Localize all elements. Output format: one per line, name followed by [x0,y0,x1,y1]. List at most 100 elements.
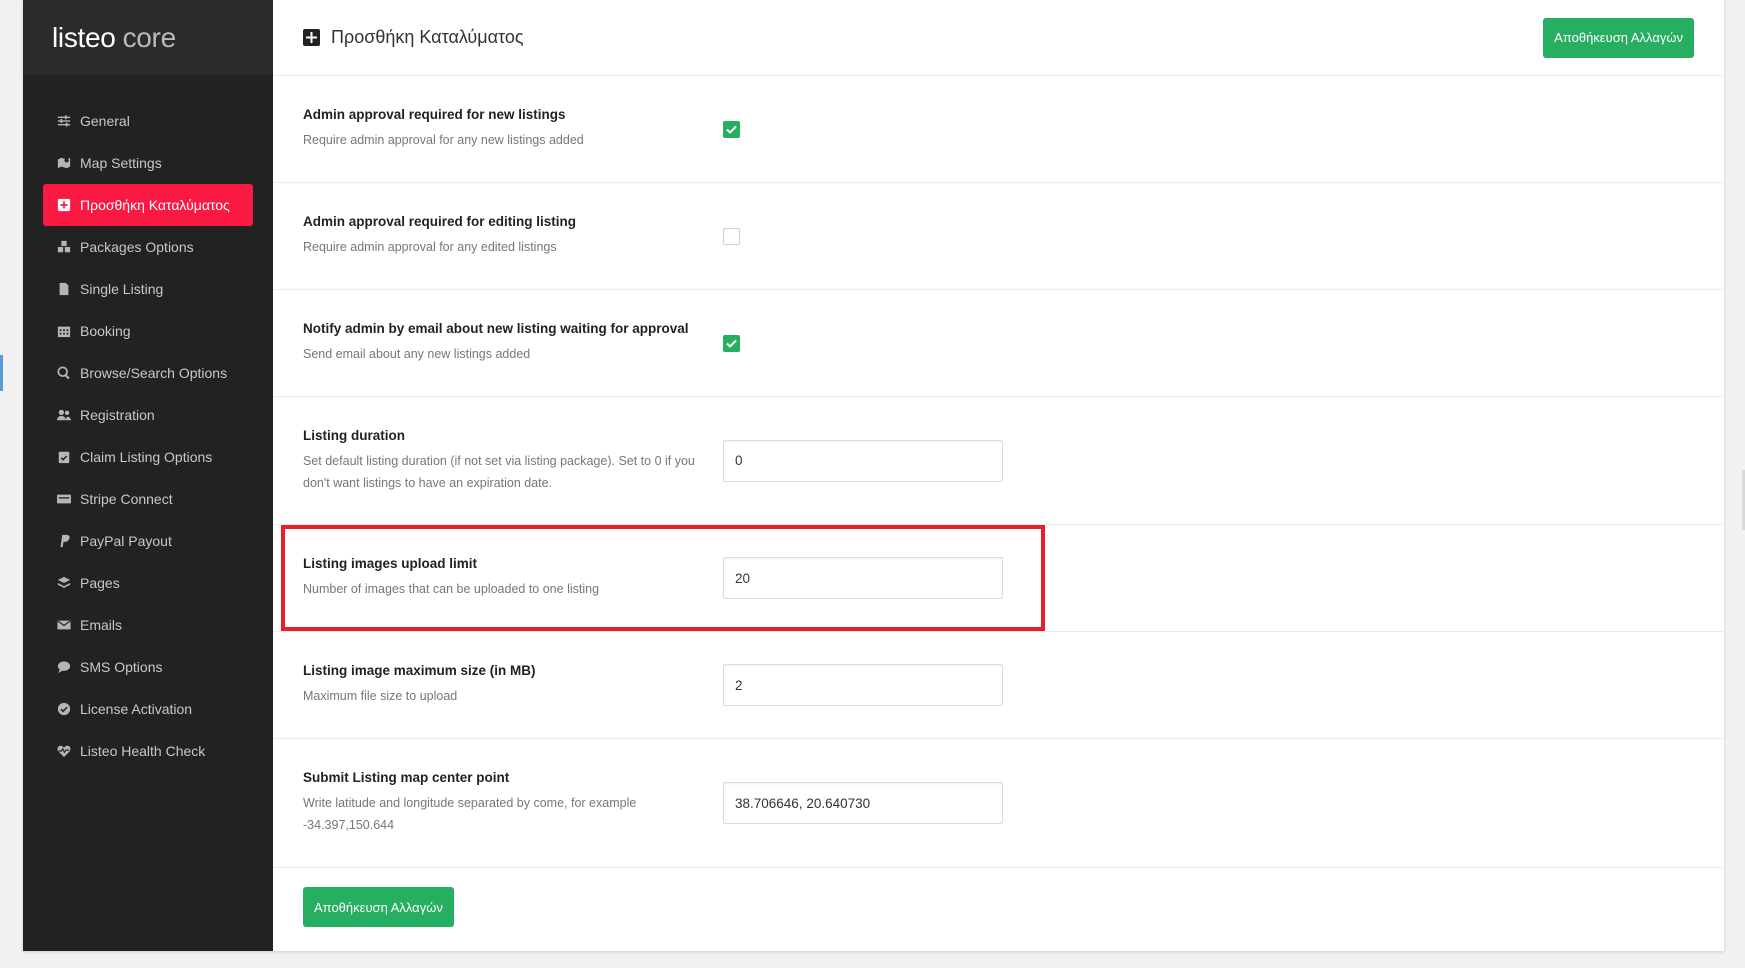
setting-label: Submit Listing map center point Write la… [273,770,723,836]
setting-description: Set default listing duration (if not set… [303,453,695,490]
admin-approval-new-checkbox[interactable] [723,120,740,138]
layers-icon [56,575,72,591]
page-title-text: Προσθήκη Καταλύματος [331,27,524,47]
sidebar-item-paypal-payout[interactable]: PayPal Payout [23,520,273,562]
setting-label: Notify admin by email about new listing … [273,321,723,365]
search-icon [56,365,72,381]
listing-duration-input[interactable] [723,439,1003,482]
cubes-icon [56,239,72,255]
sidebar: listeo core General Map Settings Προσθήκη… [23,0,273,951]
sliders-icon [56,113,72,129]
setting-description: Require admin approval for any new listi… [303,133,584,147]
sidebar-item-license-activation[interactable]: License Activation [23,688,273,730]
setting-description: Send email about any new listings added [303,347,531,361]
setting-description: Write latitude and longitude separated b… [303,796,637,832]
map-icon [56,155,72,171]
sidebar-item-sms-options[interactable]: SMS Options [23,646,273,688]
image-max-size-input[interactable] [723,664,1003,706]
sidebar-item-label: Listeo Health Check [80,743,206,759]
app-window: listeo core General Map Settings Προσθήκη… [23,0,1724,951]
sidebar-item-label: Emails [80,617,123,633]
setting-title: Listing image maximum size (in MB) [303,663,536,678]
check-icon [726,339,737,348]
check-icon [726,125,737,134]
sidebar-item-label: Stripe Connect [80,491,173,507]
sidebar-item-label: Προσθήκη Καταλύματος [80,197,230,213]
calendar-icon [56,323,72,339]
sidebar-item-registration[interactable]: Registration [23,394,273,436]
sidebar-item-packages-options[interactable]: Packages Options [23,226,273,268]
setting-label: Listing images upload limit Number of im… [273,556,723,600]
sidebar-item-label: Pages [80,575,120,591]
logo: listeo core [23,0,273,75]
setting-map-center-point: Submit Listing map center point Write la… [273,739,1724,868]
setting-title: Listing duration [303,427,405,443]
sidebar-item-map-settings[interactable]: Map Settings [23,142,273,184]
sidebar-item-listeo-health-check[interactable]: Listeo Health Check [23,730,273,772]
setting-description: Number of images that can be uploaded to… [303,582,600,596]
admin-approval-edit-checkbox[interactable] [723,227,740,245]
plus-square-icon [303,29,320,46]
setting-title: Submit Listing map center point [303,770,510,785]
images-upload-limit-input[interactable] [723,557,1003,599]
setting-images-upload-limit: Listing images upload limit Number of im… [273,525,1724,632]
setting-label: Listing duration Set default listing dur… [273,428,723,494]
sidebar-item-label: SMS Options [80,659,163,675]
stripe-card-icon [56,491,72,507]
sidebar-item-booking[interactable]: Booking [23,310,273,352]
save-changes-button-top[interactable]: Αποθήκευση Αλλαγών [1543,17,1694,58]
setting-admin-approval-new: Admin approval required for new listings… [273,76,1724,183]
page-title: Προσθήκη Καταλύματος [303,27,524,48]
clipboard-check-icon [56,449,72,465]
setting-title: Admin approval required for editing list… [303,214,577,229]
setting-label: Admin approval required for new listings… [273,107,723,151]
users-icon [56,407,72,423]
sidebar-item-label: Browse/Search Options [80,365,228,381]
paypal-icon [56,533,72,549]
page-header: Προσθήκη Καταλύματος Αποθήκευση Αλλαγών [273,0,1724,76]
sidebar-item-label: License Activation [80,701,193,717]
setting-label: Listing image maximum size (in MB) Maxim… [273,663,723,707]
file-icon [56,281,72,297]
sidebar-item-label: Booking [80,323,131,339]
setting-title: Notify admin by email about new listing … [303,321,689,336]
setting-notify-admin: Notify admin by email about new listing … [273,290,1724,397]
main-content: Προσθήκη Καταλύματος Αποθήκευση Αλλαγών … [273,0,1724,951]
sidebar-menu: General Map Settings Προσθήκη Καταλύματο… [23,100,273,772]
map-center-input[interactable] [723,782,1003,824]
window-edge-marker [0,355,3,391]
save-changes-button-bottom[interactable]: Αποθήκευση Αλλαγών [303,887,454,927]
sidebar-item-emails[interactable]: Emails [23,604,273,646]
sidebar-item-add-listing[interactable]: Προσθήκη Καταλύματος [43,184,253,226]
sidebar-item-general[interactable]: General [23,100,273,142]
chat-bubble-icon [56,659,72,675]
sidebar-item-label: General [80,113,130,129]
sidebar-item-single-listing[interactable]: Single Listing [23,268,273,310]
sidebar-item-stripe-connect[interactable]: Stripe Connect [23,478,273,520]
setting-description: Require admin approval for any edited li… [303,240,557,254]
plus-square-icon [56,197,72,213]
logo-sub: core [122,21,177,53]
check-circle-icon [56,701,72,717]
sidebar-item-label: Map Settings [80,155,162,171]
setting-admin-approval-edit: Admin approval required for editing list… [273,183,1724,290]
setting-description: Maximum file size to upload [303,689,458,703]
form-footer: Αποθήκευση Αλλαγών [273,868,1724,946]
setting-title: Listing images upload limit [303,556,478,571]
sidebar-item-label: Registration [80,407,155,423]
setting-label: Admin approval required for editing list… [273,214,723,258]
sidebar-item-label: PayPal Payout [80,533,172,549]
sidebar-item-label: Packages Options [80,239,194,255]
envelope-icon [56,617,72,633]
heartbeat-icon [56,743,72,759]
notify-admin-checkbox[interactable] [723,334,740,352]
sidebar-item-claim-listing-options[interactable]: Claim Listing Options [23,436,273,478]
sidebar-item-label: Claim Listing Options [80,449,213,465]
setting-title: Admin approval required for new listings [303,107,566,122]
sidebar-item-label: Single Listing [80,281,164,297]
logo-main: listeo [52,21,116,53]
sidebar-item-browse-search-options[interactable]: Browse/Search Options [23,352,273,394]
sidebar-item-pages[interactable]: Pages [23,562,273,604]
setting-listing-duration: Listing duration Set default listing dur… [273,397,1724,525]
setting-image-max-size: Listing image maximum size (in MB) Maxim… [273,632,1724,739]
